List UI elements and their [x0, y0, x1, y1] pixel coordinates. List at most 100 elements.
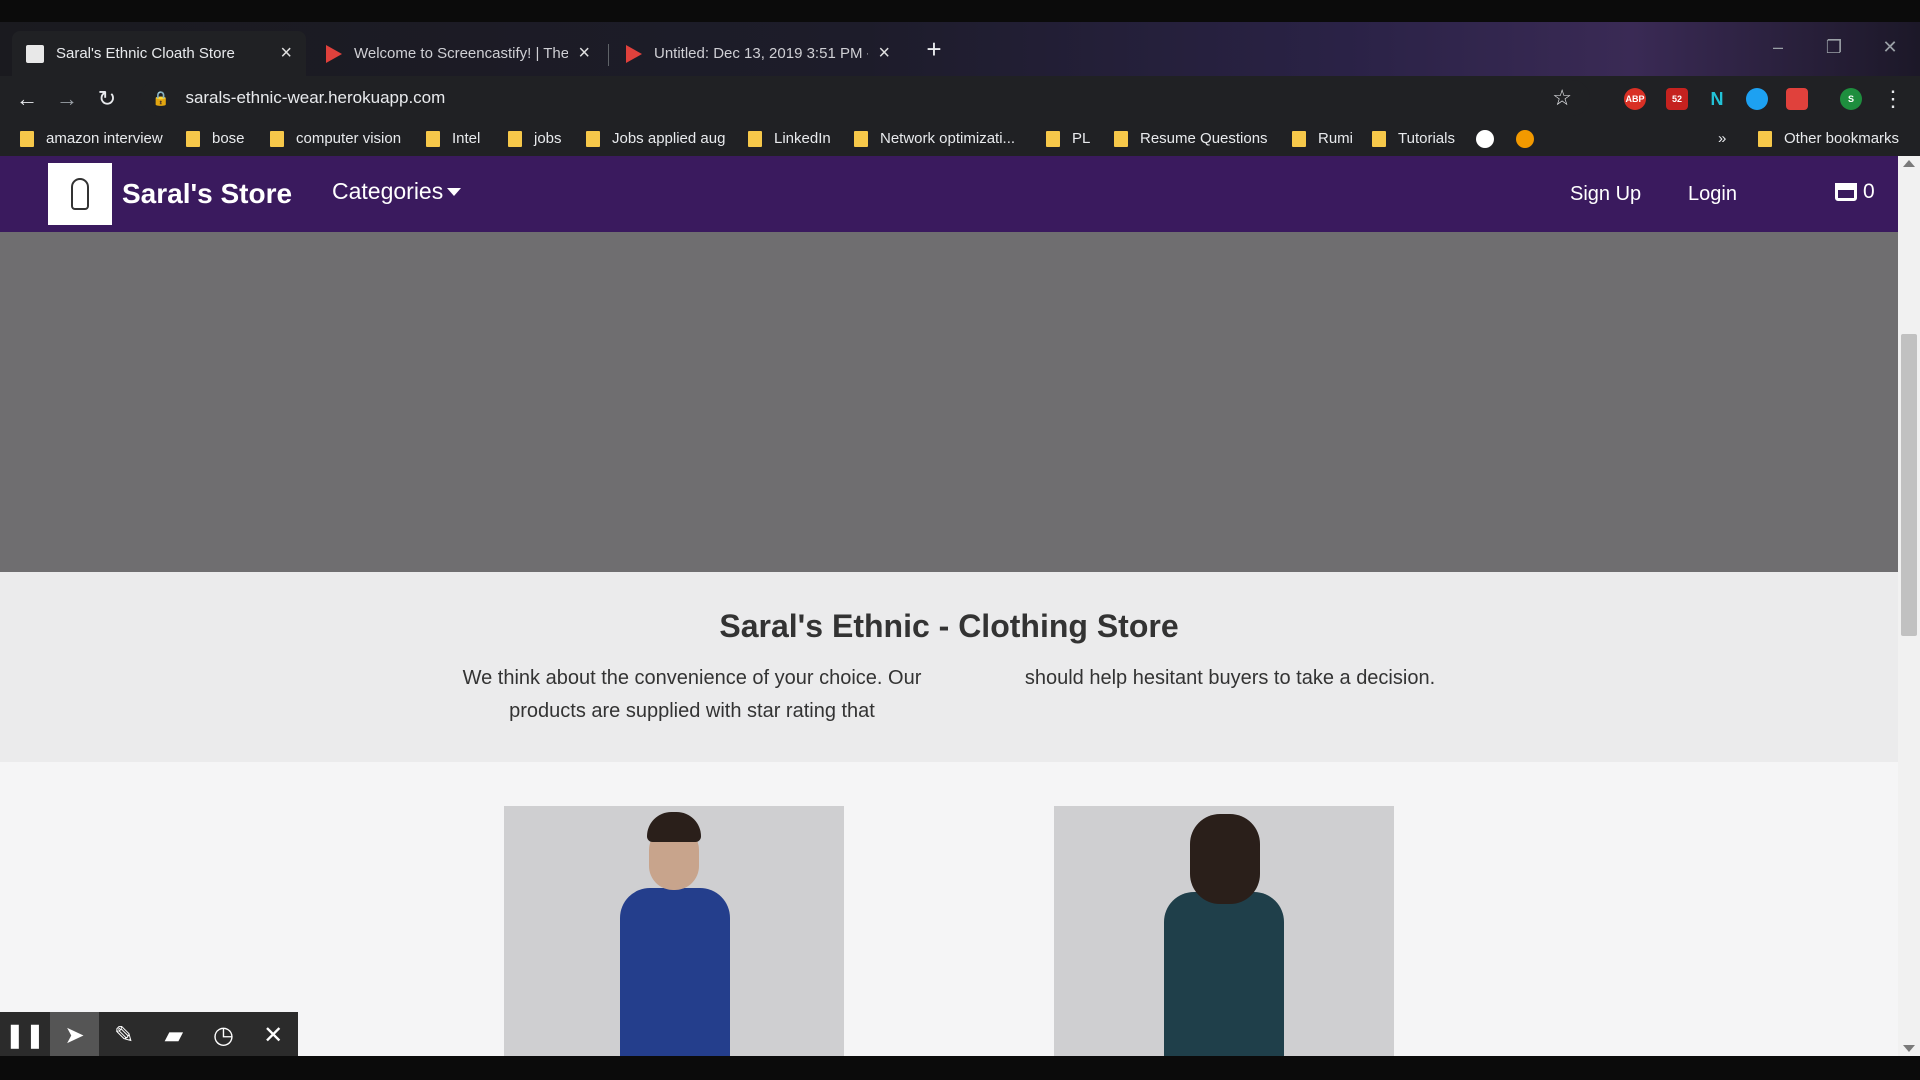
scroll-up-arrow-icon[interactable] — [1903, 160, 1915, 167]
bookmark-favicon-icon — [1516, 130, 1534, 148]
cart-icon — [1835, 183, 1857, 201]
page-scrollbar[interactable] — [1898, 156, 1920, 1056]
restore-window-button[interactable]: ❐ — [1812, 30, 1856, 64]
bookmark-google[interactable] — [1476, 130, 1494, 148]
minimize-window-button[interactable]: – — [1756, 30, 1800, 64]
tab-screencastify-untitled[interactable]: Untitled: Dec 13, 2019 3:51 PM - × — [612, 31, 904, 76]
bookmark-intel[interactable]: Intel — [426, 130, 480, 147]
url-text: sarals-ethnic-wear.herokuapp.com — [185, 88, 446, 107]
close-tab-icon[interactable]: × — [878, 42, 890, 65]
tab-screencastify-welcome[interactable]: Welcome to Screencastify! | The × — [312, 31, 604, 76]
profile-avatar[interactable]: S — [1840, 88, 1862, 110]
folder-icon — [1372, 130, 1386, 147]
categories-label: Categories — [332, 178, 444, 204]
eraser-icon[interactable]: ▰ — [149, 1012, 199, 1060]
cursor-icon[interactable]: ➤ — [49, 1012, 100, 1060]
folder-icon — [1758, 130, 1772, 147]
browser-toolbar: ← → ↻ 🔒 sarals-ethnic-wear.herokuapp.com… — [0, 76, 1920, 122]
hero-banner — [0, 232, 1898, 572]
bookmark-computer-vision[interactable]: computer vision — [270, 130, 401, 147]
screencastify-favicon-icon — [626, 44, 642, 63]
folder-icon — [20, 130, 34, 147]
folder-icon — [1292, 130, 1306, 147]
bookmark-rumi[interactable]: Rumi — [1292, 130, 1353, 147]
bookmark-linkedin[interactable]: LinkedIn — [748, 130, 831, 147]
bookmark-tutorials[interactable]: Tutorials — [1372, 130, 1455, 147]
bookmarks-bar: amazon interview bose computer vision In… — [0, 122, 1920, 156]
store-logo[interactable] — [48, 163, 112, 225]
blue-extension-icon[interactable] — [1746, 88, 1768, 110]
folder-icon — [1046, 130, 1060, 147]
close-tab-icon[interactable]: × — [280, 42, 292, 65]
cart-count: 0 — [1863, 180, 1875, 203]
scroll-down-arrow-icon[interactable] — [1903, 1045, 1915, 1052]
intro-section: Saral's Ethnic - Clothing Store We think… — [0, 572, 1898, 762]
tab-title: Saral's Ethnic Cloath Store — [56, 45, 235, 62]
new-tab-button[interactable]: + — [918, 34, 950, 66]
folder-icon — [426, 130, 440, 147]
product-card-mens-kurta[interactable] — [504, 806, 844, 1056]
product-image-body — [1164, 892, 1284, 1056]
bookmark-resume-questions[interactable]: Resume Questions — [1114, 130, 1268, 147]
signup-link[interactable]: Sign Up — [1570, 183, 1641, 206]
bookmark-jobs[interactable]: jobs — [508, 130, 562, 147]
other-bookmarks[interactable]: Other bookmarks — [1758, 130, 1899, 147]
intro-text-column-1: We think about the convenience of your c… — [462, 667, 922, 722]
google-icon — [1476, 130, 1494, 148]
folder-icon — [186, 130, 200, 147]
product-card-womens-kurta[interactable] — [1054, 806, 1394, 1056]
screencastify-extension-icon[interactable] — [1786, 88, 1808, 110]
forward-button[interactable]: → — [52, 84, 82, 114]
scroll-thumb[interactable] — [1901, 334, 1917, 636]
close-tab-icon[interactable]: × — [578, 42, 590, 65]
pen-icon[interactable]: ✎ — [99, 1012, 149, 1060]
folder-icon — [586, 130, 600, 147]
close-window-button[interactable]: ✕ — [1868, 30, 1912, 64]
adblock-extension-icon[interactable]: ABP — [1624, 88, 1646, 110]
tab-title: Welcome to Screencastify! | The — [354, 45, 569, 62]
bookmark-amazon-interview[interactable]: amazon interview — [20, 130, 163, 147]
bookmark-bose[interactable]: bose — [186, 130, 245, 147]
product-image-hair — [647, 812, 701, 842]
intro-title: Saral's Ethnic - Clothing Store — [719, 608, 1179, 644]
folder-icon — [508, 130, 522, 147]
back-button[interactable]: ← — [12, 84, 42, 114]
screencastify-favicon-icon — [326, 44, 342, 63]
logo-mark-icon — [71, 178, 89, 210]
categories-dropdown[interactable]: Categories — [332, 178, 462, 205]
tab-sarals-store[interactable]: Saral's Ethnic Cloath Store × — [12, 31, 306, 76]
n-extension-icon[interactable]: N — [1706, 88, 1728, 110]
reload-button[interactable]: ↻ — [92, 84, 122, 114]
address-bar[interactable]: 🔒 sarals-ethnic-wear.herokuapp.com ☆ — [140, 80, 1590, 116]
bookmark-network-optimization[interactable]: Network optimizati... — [854, 130, 1015, 147]
tab-separator — [608, 44, 609, 66]
folder-icon — [748, 130, 762, 147]
cart-button[interactable]: 0 — [1835, 180, 1875, 204]
bookmark-jobs-applied-aug[interactable]: Jobs applied aug — [586, 130, 725, 147]
close-icon[interactable]: ✕ — [248, 1012, 298, 1060]
screen-top-bar — [0, 0, 1920, 22]
login-link[interactable]: Login — [1688, 183, 1737, 206]
folder-icon — [854, 130, 868, 147]
site-navbar: Saral's Store Categories Sign Up Login 0 — [0, 156, 1898, 232]
menu-kebab-icon[interactable]: ⋮ — [1878, 84, 1908, 114]
bookmarks-overflow-button[interactable]: » — [1718, 130, 1726, 147]
lock-icon: 🔒 — [152, 89, 170, 106]
page-favicon-icon — [26, 44, 44, 63]
tab-title: Untitled: Dec 13, 2019 3:51 PM - — [654, 45, 869, 62]
intro-text-column-2: should help hesitant buyers to take a de… — [1024, 667, 1436, 689]
folder-icon — [1114, 130, 1128, 147]
pause-icon[interactable]: ❚❚ — [0, 1012, 50, 1060]
bookmark-extra[interactable] — [1516, 130, 1534, 148]
caret-down-icon — [447, 187, 462, 196]
product-image-body — [620, 888, 730, 1056]
folder-icon — [270, 130, 284, 147]
store-brand[interactable]: Saral's Store — [122, 178, 292, 210]
gmail-extension-icon[interactable]: 52 — [1666, 88, 1688, 110]
gmail-badge: 52 — [1671, 94, 1682, 104]
bookmark-star-icon[interactable]: ☆ — [1552, 85, 1572, 111]
screen-bottom-bar — [0, 1056, 1920, 1080]
timer-icon[interactable]: ◷ — [199, 1012, 249, 1060]
tab-strip: Saral's Ethnic Cloath Store × Welcome to… — [0, 22, 1920, 76]
bookmark-pl[interactable]: PL — [1046, 130, 1090, 147]
